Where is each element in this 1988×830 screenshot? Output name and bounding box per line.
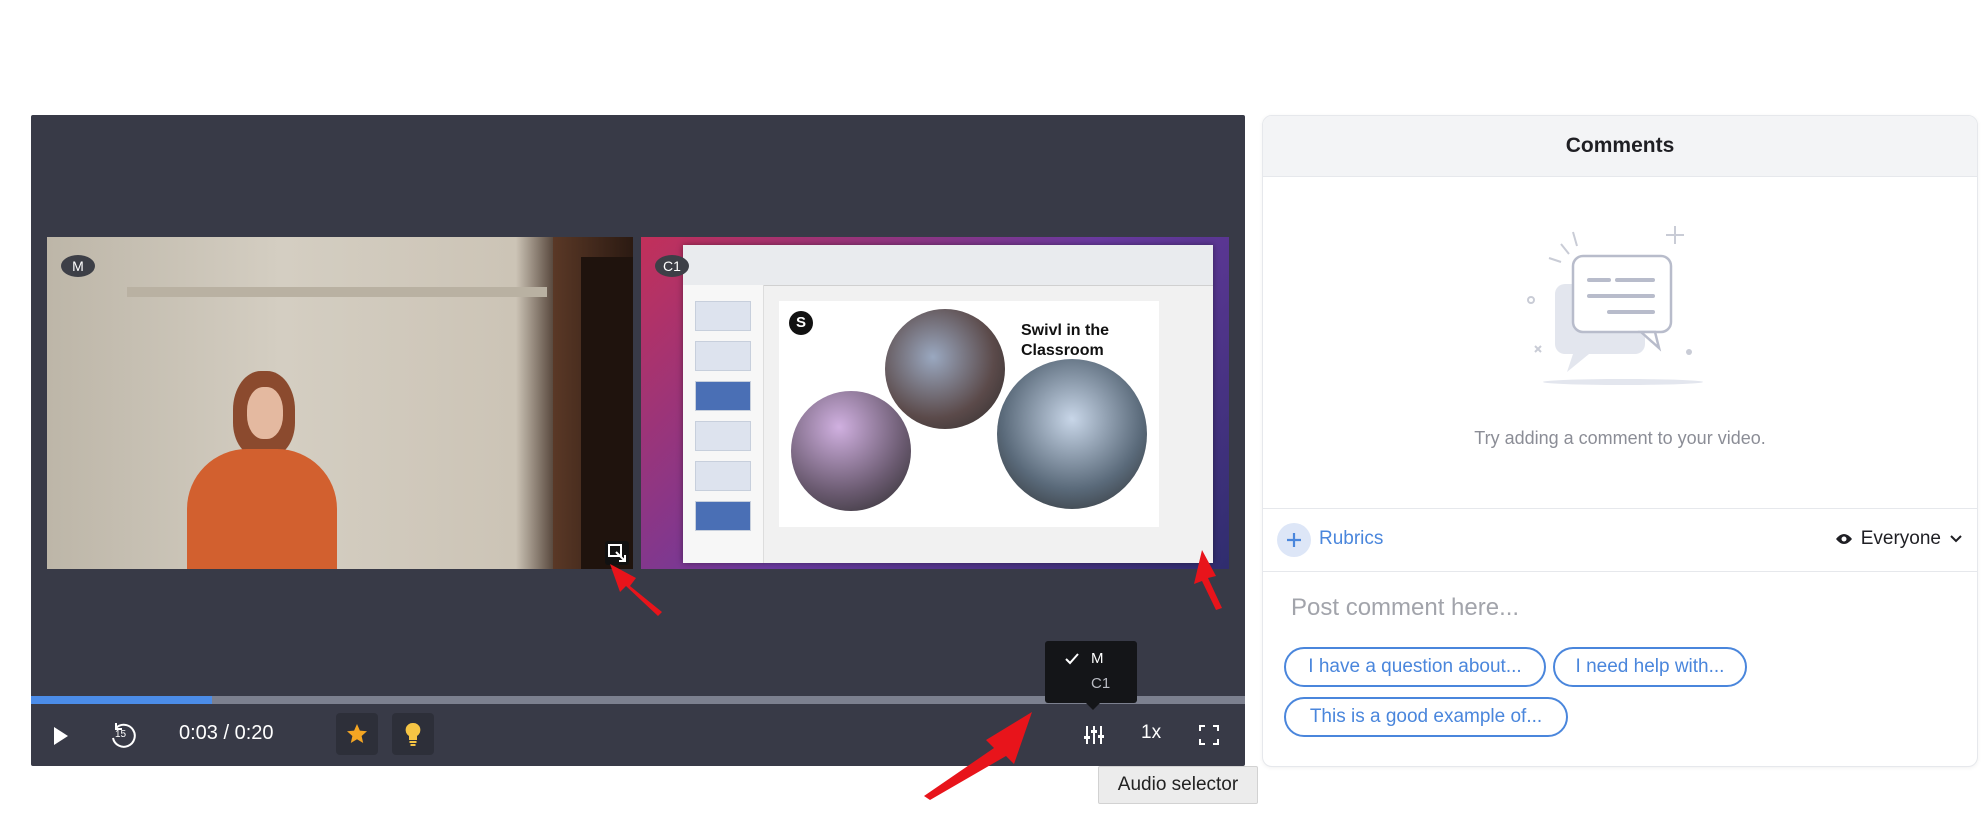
star-marker-button[interactable]: [336, 713, 378, 755]
swivl-logo: S: [789, 311, 813, 335]
visibility-dropdown[interactable]: Everyone: [1835, 528, 1963, 550]
annotation-arrow-3: [924, 712, 1032, 800]
rewind-15-button[interactable]: 15: [105, 718, 141, 754]
slide-toolbar: [683, 245, 1213, 286]
time-display: 0:03 / 0:20: [179, 722, 274, 745]
visibility-label: Everyone: [1860, 528, 1941, 549]
rubrics-link[interactable]: Rubrics: [1319, 528, 1383, 550]
suggestion-chip-example[interactable]: This is a good example of...: [1284, 697, 1568, 737]
slide-photo-2: [791, 391, 911, 511]
audio-selector-menu: M C1: [1045, 641, 1137, 710]
slide-window: S Swivl in the Classroom: [683, 245, 1213, 563]
comment-input[interactable]: [1289, 589, 1953, 627]
audio-option-m[interactable]: M: [1045, 647, 1137, 671]
play-icon: [54, 727, 68, 745]
annotation-arrow-2: [1194, 550, 1222, 610]
presenter-face: [247, 387, 283, 439]
comments-panel: Comments Try adding a comment to your vi…: [1262, 115, 1978, 767]
idea-marker-button[interactable]: [392, 713, 434, 755]
stream-screen-share[interactable]: S Swivl in the Classroom C1: [641, 237, 1229, 569]
audio-selector-button[interactable]: [1079, 720, 1109, 750]
audio-option-c1[interactable]: C1: [1045, 672, 1137, 696]
stream-main-video[interactable]: M: [47, 237, 633, 569]
total-time: 0:20: [234, 722, 274, 744]
stream-badge-c1: C1: [655, 255, 689, 277]
chevron-down-icon: [1950, 535, 1962, 543]
add-rubrics-button[interactable]: [1277, 523, 1311, 557]
playback-speed-button[interactable]: 1x: [1141, 722, 1161, 744]
audio-option-label: C1: [1091, 675, 1111, 692]
audio-mixer-icon: [1084, 726, 1104, 744]
current-time: 0:03: [179, 722, 218, 744]
slide-page: S Swivl in the Classroom: [779, 301, 1159, 527]
play-button[interactable]: [45, 720, 77, 752]
slide-photo-1: [885, 309, 1005, 429]
empty-state-message: Try adding a comment to your video.: [1474, 428, 1766, 448]
slide-photo-3: [997, 359, 1147, 509]
check-icon: [1065, 653, 1079, 665]
slide-title: Swivl in the Classroom: [1021, 322, 1110, 359]
suggestion-chip-help[interactable]: I need help with...: [1553, 647, 1747, 687]
fullscreen-button[interactable]: [1194, 720, 1224, 750]
door: [553, 237, 633, 569]
audio-selector-tooltip: Audio selector: [1098, 766, 1258, 804]
composer-toolbar: Rubrics Everyone: [1263, 509, 1977, 572]
audio-option-label: M: [1091, 650, 1104, 667]
eye-icon: [1835, 534, 1852, 544]
chat-bubbles-icon: [1527, 226, 1703, 385]
comment-composer: Rubrics Everyone I have a question about…: [1263, 508, 1977, 766]
star-icon: [347, 724, 367, 743]
rewind-seconds: 15: [115, 729, 127, 740]
menu-pointer: [1086, 703, 1100, 710]
player-controls: 15 0:03 / 0:20 1x: [31, 704, 1245, 766]
suggestion-chip-question[interactable]: I have a question about...: [1284, 647, 1546, 687]
fullscreen-icon: [1199, 725, 1219, 745]
comments-title: Comments: [1565, 134, 1675, 157]
progress-fill: [31, 696, 212, 704]
plus-icon: [1287, 533, 1301, 547]
comments-header: Comments: [1263, 116, 1977, 177]
lightbulb-icon: [405, 722, 421, 746]
wall-molding: [127, 287, 547, 297]
stream-badge-m: M: [61, 255, 95, 277]
presenter-body: [187, 449, 337, 569]
annotation-arrow-1: [610, 564, 662, 616]
slide-thumbnails: [683, 285, 764, 563]
time-separator: /: [217, 722, 235, 744]
